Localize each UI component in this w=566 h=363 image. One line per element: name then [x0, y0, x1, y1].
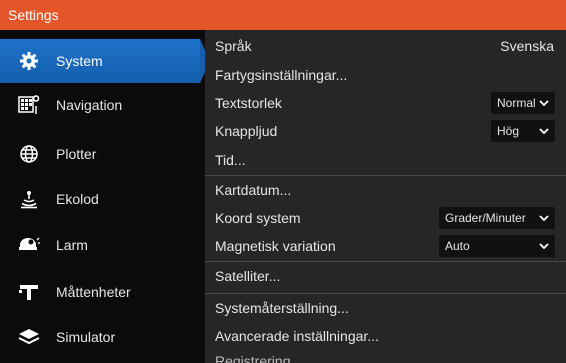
setting-label: Språk [215, 38, 252, 54]
layers-icon [16, 324, 42, 350]
knappljud-select[interactable]: Hög [491, 120, 555, 142]
globe-icon [16, 141, 42, 167]
setting-avancerade-installningar[interactable]: Avancerade inställningar... [205, 322, 566, 350]
sidebar-item-label: Simulator [56, 329, 116, 345]
setting-knappljud[interactable]: Knappljud Hög [205, 117, 566, 145]
select-value: Hög [497, 124, 520, 138]
setting-tid[interactable]: Tid... [205, 146, 566, 174]
setting-kartdatum[interactable]: Kartdatum... [205, 175, 566, 203]
setting-label: Satelliter... [215, 267, 281, 284]
select-value: Grader/Minuter [445, 211, 526, 225]
setting-koord-system[interactable]: Koord system Grader/Minuter [205, 204, 566, 232]
magnetisk-variation-select[interactable]: Auto [439, 235, 555, 257]
chevron-down-icon [539, 241, 549, 251]
setting-systematerstallning[interactable]: Systemåterställning... [205, 293, 566, 321]
gear-icon [16, 48, 42, 74]
sidebar-item-mattenheter[interactable]: Måttenheter [0, 270, 200, 314]
setting-label: Avancerade inställningar... [215, 328, 379, 344]
sidebar-item-plotter[interactable]: Plotter [0, 132, 200, 176]
select-value: Auto [445, 239, 470, 253]
koord-system-select[interactable]: Grader/Minuter [439, 207, 555, 229]
sidebar-item-label: Navigation [56, 97, 123, 113]
sidebar-item-navigation[interactable]: Navigation [0, 83, 200, 127]
sidebar-item-label: Larm [56, 237, 88, 253]
setting-label: Systemåterställning... [215, 299, 349, 316]
sidebar: System Navigation Plotter Ekolod Larm Må… [0, 30, 210, 363]
setting-label: Koord system [215, 210, 301, 226]
chevron-down-icon [539, 126, 549, 136]
units-icon [16, 279, 42, 305]
chevron-down-icon [539, 98, 549, 108]
setting-fartygsinstallningar[interactable]: Fartygsinställningar... [205, 61, 566, 89]
setting-label: Tid... [215, 152, 246, 168]
textstorlek-select[interactable]: Normal [491, 92, 555, 114]
setting-satelliter[interactable]: Satelliter... [205, 261, 566, 289]
echosounder-icon [16, 186, 42, 212]
setting-label: Kartdatum... [215, 181, 292, 198]
sidebar-item-label: Plotter [56, 146, 97, 162]
setting-label: Fartygsinställningar... [215, 67, 348, 83]
setting-value: Svenska [500, 38, 554, 54]
setting-label: Textstorlek [215, 95, 282, 111]
settings-panel: Språk Svenska Fartygsinställningar... Te… [205, 30, 566, 363]
sidebar-item-ekolod[interactable]: Ekolod [0, 177, 200, 221]
select-value: Normal [497, 96, 536, 110]
sidebar-item-label: Ekolod [56, 191, 99, 207]
sidebar-item-label: Måttenheter [56, 284, 131, 300]
setting-registrering[interactable]: Registrering... [215, 353, 302, 363]
window-title: Settings [0, 0, 566, 30]
setting-textstorlek[interactable]: Textstorlek Normal [205, 89, 566, 117]
setting-sprak[interactable]: Språk Svenska [205, 32, 566, 60]
setting-label: Knappljud [215, 123, 278, 139]
chevron-down-icon [539, 213, 549, 223]
sidebar-item-simulator[interactable]: Simulator [0, 315, 200, 359]
setting-label: Magnetisk variation [215, 238, 336, 254]
sidebar-item-larm[interactable]: Larm [0, 223, 200, 267]
sidebar-item-label: System [56, 53, 103, 69]
alarm-icon [16, 232, 42, 258]
setting-magnetisk-variation[interactable]: Magnetisk variation Auto [205, 232, 566, 260]
sidebar-item-system[interactable]: System [0, 39, 210, 83]
navigation-icon [16, 92, 42, 118]
